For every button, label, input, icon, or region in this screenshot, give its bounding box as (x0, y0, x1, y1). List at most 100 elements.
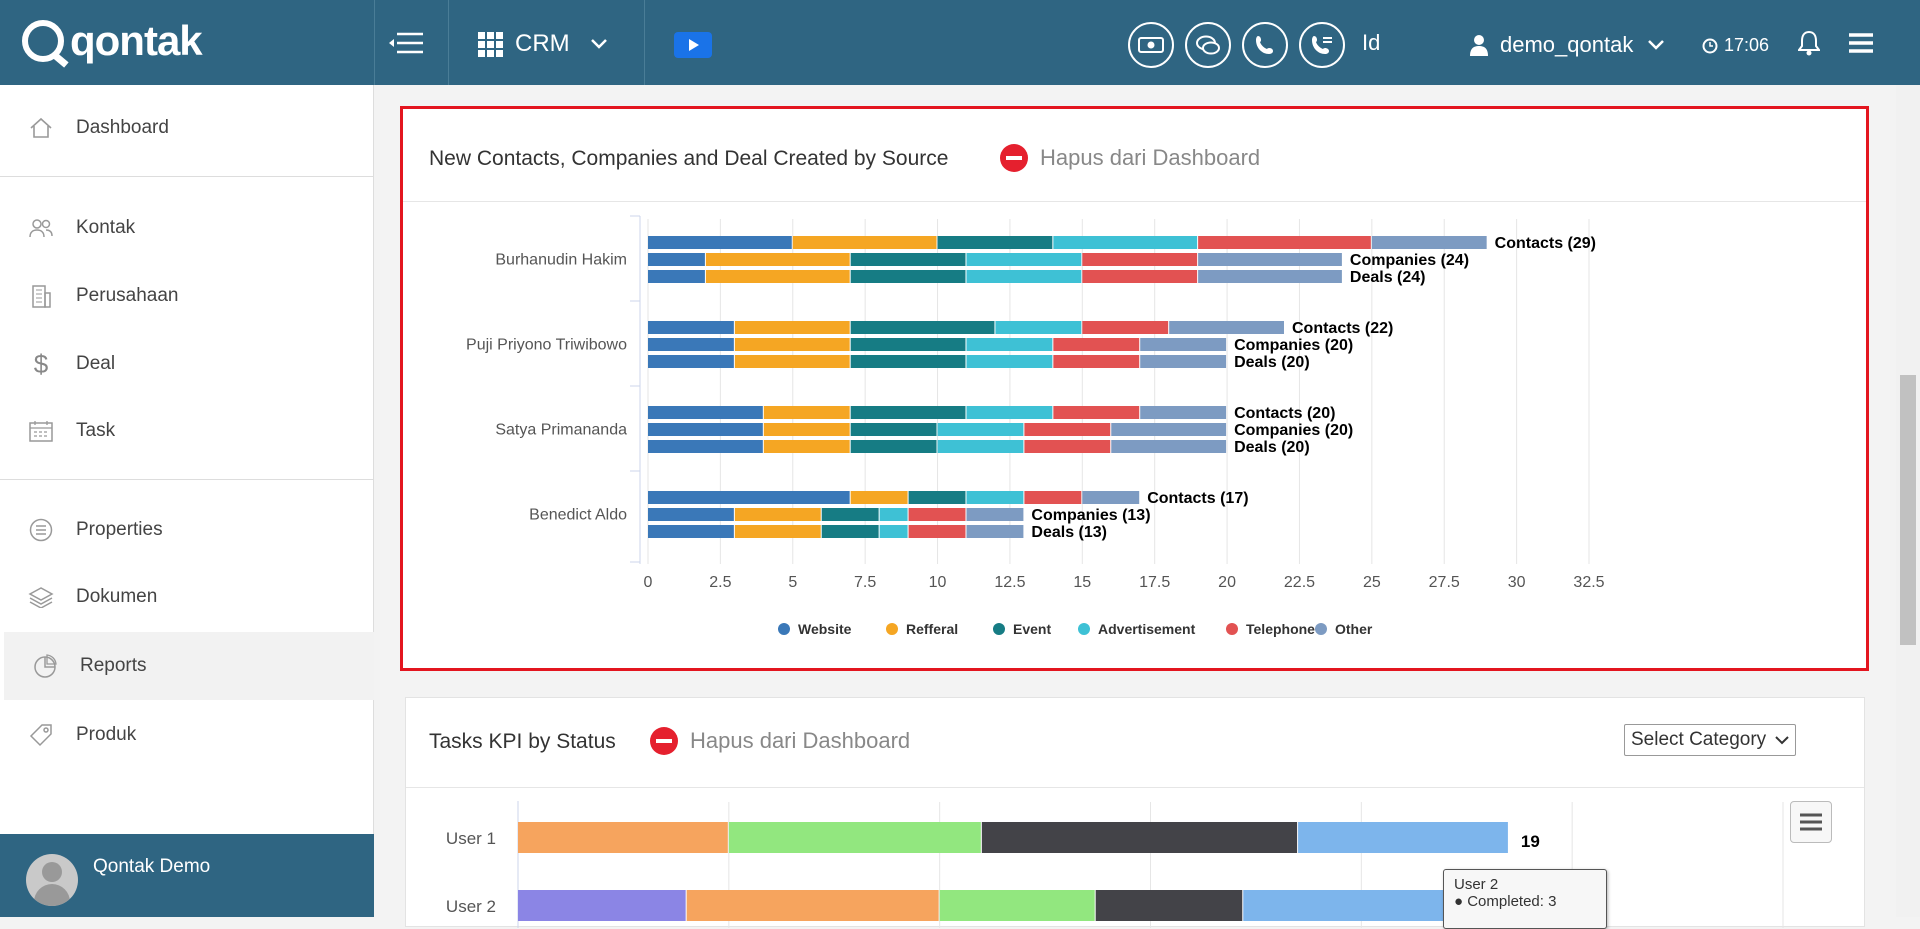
bar-segment (763, 423, 850, 436)
sidebar-item-perusahaan[interactable]: Perusahaan (0, 266, 374, 326)
bar-segment (728, 822, 981, 853)
bar-segment (648, 270, 705, 283)
bar-segment (966, 406, 1053, 419)
sidebar: Dashboard Kontak Perusahaan $ Deal Task … (0, 85, 374, 917)
bar-segment (937, 440, 1024, 453)
bar-segment (792, 236, 937, 249)
legend-label: Telephone (1246, 621, 1315, 637)
legend-marker (1078, 623, 1090, 635)
legend-label: Event (1013, 621, 1051, 637)
sidebar-item-label: Produk (76, 724, 137, 745)
sidebar-item-kontak[interactable]: Kontak (0, 198, 374, 258)
y-category-label: User 1 (446, 829, 496, 848)
bar-segment (850, 253, 966, 266)
video-tutorial-button[interactable] (674, 32, 712, 58)
chat-button[interactable] (1185, 22, 1231, 68)
top-navbar: qontak CRM Id demo_qontak 17:06 (0, 0, 1920, 85)
x-tick-label: 17.5 (1139, 574, 1170, 591)
bar-segment (850, 355, 966, 368)
bar-total-label: Contacts (22) (1292, 320, 1393, 337)
bar-segment (850, 406, 966, 419)
bar-segment (1053, 236, 1198, 249)
sidebar-item-dashboard[interactable]: Dashboard (0, 98, 374, 158)
bar-segment (1371, 236, 1487, 249)
sidebar-item-label: Deal (76, 353, 116, 374)
dollar-icon: $ (33, 348, 49, 379)
bar-segment (908, 525, 966, 538)
sidebar-item-deal[interactable]: $ Deal (0, 334, 374, 394)
x-tick-label: 0 (644, 574, 653, 591)
x-tick-label: 15 (1073, 574, 1091, 591)
bar-segment (879, 508, 908, 521)
bar-segment (879, 525, 908, 538)
sidebar-item-properties[interactable]: Properties (0, 500, 374, 560)
billing-button[interactable] (1128, 22, 1174, 68)
user-menu[interactable]: demo_qontak (1470, 32, 1665, 58)
bar-segment (850, 440, 937, 453)
bar-segment (1053, 355, 1140, 368)
bar-segment (518, 890, 686, 921)
bar-segment (1095, 890, 1243, 921)
notifications-button[interactable] (1797, 30, 1821, 61)
x-tick-label: 12.5 (994, 574, 1025, 591)
sidebar-item-dokumen[interactable]: Dokumen (0, 567, 374, 627)
bar-segment (966, 253, 1082, 266)
language-switcher[interactable]: Id (1362, 30, 1380, 56)
bar-segment (908, 508, 966, 521)
scrollbar-thumb[interactable] (1900, 375, 1916, 645)
x-tick-label: 32.5 (1573, 574, 1604, 591)
menu-collapse-button[interactable] (386, 28, 426, 58)
bar-segment (1082, 253, 1198, 266)
bar-segment (821, 508, 879, 521)
bar-segment (1024, 491, 1082, 504)
sidebar-item-label: Perusahaan (76, 285, 179, 306)
logo-mark-icon (22, 20, 64, 62)
legend-marker (778, 623, 790, 635)
divider (448, 0, 449, 85)
divider (644, 0, 645, 85)
bar-total-label: Contacts (17) (1147, 490, 1248, 507)
chevron-down-icon (590, 39, 607, 49)
bar-total-label: Contacts (29) (1495, 235, 1596, 252)
y-category-label: Satya Primananda (495, 422, 627, 439)
chart-export-menu-button[interactable] (1790, 801, 1832, 843)
bar-segment (1198, 236, 1371, 249)
bar-segment (648, 355, 734, 368)
bar-segment (734, 321, 850, 334)
bar-segment (966, 355, 1053, 368)
sidebar-item-task[interactable]: Task (0, 401, 374, 461)
sidebar-item-reports[interactable]: Reports (4, 632, 374, 700)
main-menu-button[interactable] (1848, 32, 1874, 59)
tag-icon (28, 722, 54, 748)
bar-segment (648, 525, 734, 538)
clock-icon (1702, 38, 1718, 53)
module-switcher[interactable]: CRM (478, 26, 608, 62)
money-icon (1138, 37, 1164, 53)
page-scrollbar[interactable] (1896, 85, 1920, 917)
sidebar-item-produk[interactable]: Produk (0, 705, 374, 765)
phone-button[interactable] (1242, 22, 1288, 68)
chat-icon (1196, 35, 1220, 55)
bar-segment (648, 253, 705, 266)
home-icon (28, 115, 54, 141)
qontak-logo[interactable]: qontak (22, 16, 203, 66)
x-tick-label: 20 (1218, 574, 1236, 591)
call-log-icon (1312, 36, 1332, 54)
stacked-bar-chart: 0 2.5 5 7.5 10 12.5 15 17.5 20 22.5 25 27.5 30 32.5 Bu… (466, 215, 1605, 637)
bar-segment (850, 338, 966, 351)
x-tick-label: 25 (1363, 574, 1381, 591)
bar-segment (966, 525, 1024, 538)
hamburger-icon (1849, 33, 1873, 53)
bar-segment (939, 890, 1095, 921)
bar-total-label: Companies (20) (1234, 422, 1353, 439)
sidebar-item-label: Dashboard (76, 117, 169, 138)
profile-panel[interactable]: Qontak Demo (0, 834, 374, 917)
tooltip-title: User 2 (1454, 876, 1499, 893)
x-tick-label: 22.5 (1284, 574, 1315, 591)
call-log-button[interactable] (1299, 22, 1345, 68)
bar-segment (850, 321, 995, 334)
sidebar-item-label: Properties (76, 519, 163, 540)
bar-segment (908, 491, 966, 504)
user-icon (1470, 35, 1488, 56)
bar-total-label: Companies (24) (1350, 252, 1469, 269)
